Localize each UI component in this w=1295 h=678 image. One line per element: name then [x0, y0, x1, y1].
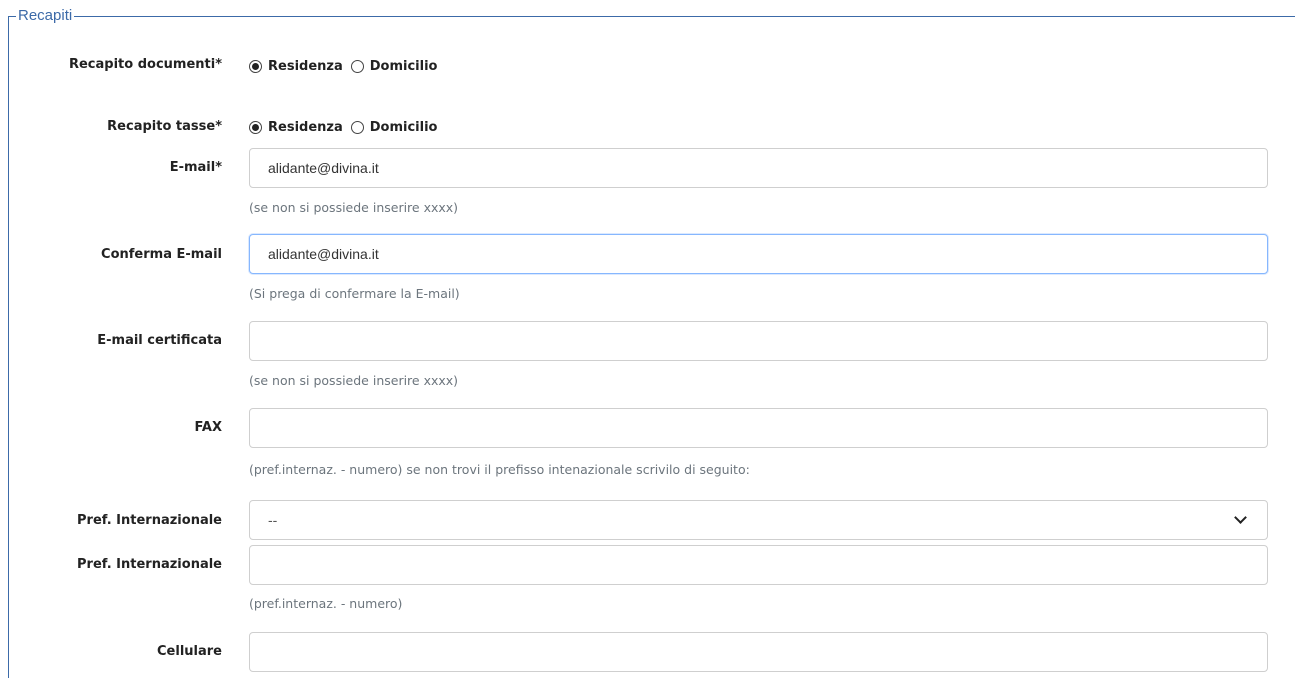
fax-field[interactable] — [249, 408, 1268, 448]
pref-internazionale-help-text: (pref.internaz. - numero) — [249, 596, 403, 611]
radio-label-domicilio[interactable]: Domicilio — [370, 120, 438, 135]
radio-label-residenza[interactable]: Residenza — [268, 120, 343, 135]
pref-internazionale-select[interactable]: -- — [249, 500, 1268, 540]
radio-label-domicilio[interactable]: Domicilio — [370, 59, 438, 74]
recapito-documenti-domicilio-radio[interactable] — [350, 59, 364, 73]
email-field[interactable] — [249, 148, 1268, 188]
email-label: E-mail* — [169, 160, 222, 175]
pref-internazionale-input-label: Pref. Internazionale — [77, 557, 222, 572]
email-certificata-field[interactable] — [249, 321, 1268, 361]
cellulare-label: Cellulare — [157, 644, 222, 659]
recapito-tasse-domicilio-radio[interactable] — [350, 120, 364, 134]
recapito-tasse-label: Recapito tasse* — [107, 119, 222, 134]
email-certificata-help-text: (se non si possiede inserire xxxx) — [249, 373, 459, 388]
recapito-tasse-group: Residenza Domicilio — [249, 117, 445, 137]
recapito-documenti-residenza-radio[interactable] — [249, 59, 262, 73]
conferma-email-help-text: (Si prega di confermare la E-mail) — [249, 286, 460, 301]
pref-internazionale-field[interactable] — [249, 545, 1268, 585]
radio-label-residenza[interactable]: Residenza — [268, 59, 343, 74]
pref-internazionale-selected-value: -- — [268, 512, 278, 528]
conferma-email-field[interactable] — [249, 234, 1268, 274]
pref-internazionale-select-label: Pref. Internazionale — [77, 513, 222, 528]
recapito-tasse-residenza-radio[interactable] — [249, 120, 262, 134]
cellulare-field[interactable] — [249, 632, 1268, 672]
recapito-documenti-label: Recapito documenti* — [68, 57, 222, 72]
fax-help-text: (pref.internaz. - numero) se non trovi i… — [249, 462, 750, 477]
email-certificata-label: E-mail certificata — [97, 333, 222, 348]
fieldset-legend: Recapiti — [16, 7, 75, 24]
email-help-text: (se non si possiede inserire xxxx) — [249, 200, 459, 215]
chevron-down-icon — [1234, 511, 1247, 524]
fax-label: FAX — [194, 420, 222, 435]
conferma-email-label: Conferma E-mail — [101, 247, 222, 262]
recapito-documenti-group: Residenza Domicilio — [249, 56, 445, 76]
